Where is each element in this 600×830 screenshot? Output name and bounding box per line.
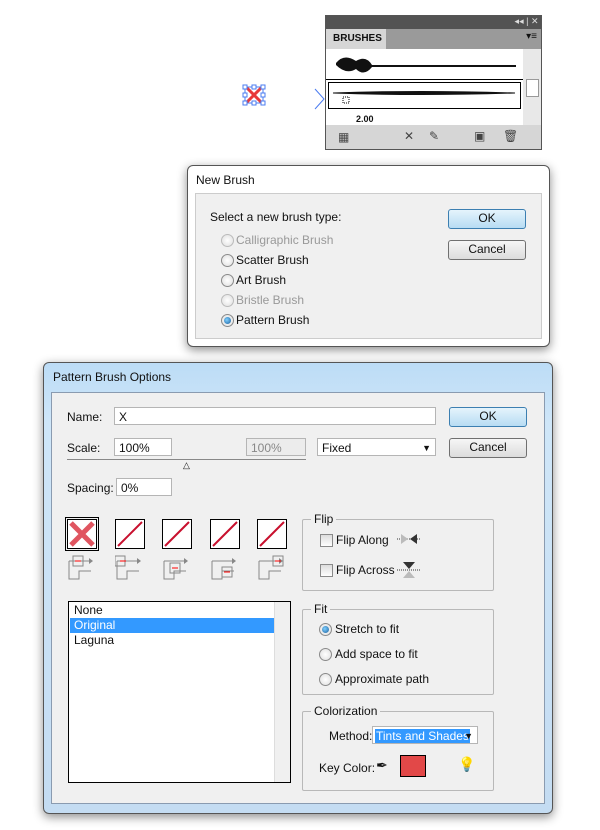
pattern-brush-options-dialog: Pattern Brush Options Name: X OK Scale: … — [43, 362, 553, 814]
radio-brush-type — [221, 234, 234, 247]
flip-across-checkbox[interactable] — [320, 564, 333, 577]
scale-label: Scale: — [67, 441, 101, 455]
inner-corner-tile-diagram-icon — [163, 558, 188, 580]
side-tile-diagram-icon — [68, 555, 93, 580]
radio-brush-type[interactable] — [221, 254, 234, 267]
method-value: Tints and Shades — [375, 729, 470, 743]
delete-brush-icon[interactable]: 🗑 — [503, 129, 518, 143]
outer-corner-tile-diagram-icon — [114, 555, 141, 580]
end-tile[interactable] — [257, 519, 287, 549]
inner-corner-tile[interactable] — [162, 519, 192, 549]
selected-object[interactable] — [242, 84, 266, 106]
radio-brush-type[interactable] — [221, 314, 234, 327]
brush-type-label[interactable]: Art Brush — [236, 273, 286, 287]
dialog-title: Pattern Brush Options — [53, 370, 172, 384]
flip-along-checkbox[interactable] — [320, 534, 333, 547]
fit-option-label[interactable]: Stretch to fit — [335, 622, 399, 636]
chevron-down-icon: ▼ — [422, 443, 431, 453]
remove-stroke-icon[interactable]: ✕ — [404, 129, 414, 143]
radio-brush-type[interactable] — [221, 274, 234, 287]
ok-button[interactable]: OK — [448, 209, 526, 229]
colorization-title: Colorization — [311, 704, 381, 718]
eyedropper-icon[interactable]: ✒ — [376, 757, 388, 774]
brush-libraries-icon[interactable]: ▦ — [338, 130, 349, 144]
brush-type-prompt: Select a new brush type: — [210, 210, 342, 224]
new-brush-dialog: New Brush Select a new brush type: Calli… — [187, 165, 550, 347]
brush-row-partial[interactable]: 2.00 — [356, 114, 374, 124]
brush-options-icon[interactable]: ✎ — [429, 129, 439, 143]
new-brush-icon[interactable]: ▣ — [474, 129, 485, 143]
tab-brushes[interactable]: BRUSHES — [326, 29, 386, 49]
side-tile[interactable] — [65, 517, 99, 551]
fit-group: Fit Stretch to fit Add space to fit Approxi… — [302, 602, 494, 695]
tips-lightbulb-icon[interactable]: 💡 — [458, 756, 475, 773]
ok-button[interactable]: OK — [449, 407, 527, 427]
pattern-list-item[interactable]: Original — [70, 618, 277, 633]
close-icon[interactable]: ✕ — [531, 16, 539, 26]
scale-mode-select[interactable]: Fixed ▼ — [317, 438, 436, 456]
scale-max-input: 100% — [246, 438, 306, 456]
brush-list: 2.00 — [326, 49, 523, 125]
radio-brush-type — [221, 294, 234, 307]
pattern-list[interactable]: None Original Laguna — [68, 601, 291, 783]
brush-row-ornament[interactable] — [326, 51, 523, 80]
fit-radio[interactable] — [319, 648, 332, 661]
flip-across-label[interactable]: Flip Across — [336, 563, 395, 577]
fit-title: Fit — [311, 602, 331, 616]
panel-header: ◂◂ | ✕ — [326, 16, 541, 29]
name-input[interactable]: X — [114, 407, 436, 425]
pattern-list-item[interactable]: Laguna — [70, 633, 277, 648]
panel-scrollbar[interactable] — [523, 49, 541, 125]
brush-type-label: Calligraphic Brush — [236, 233, 334, 247]
flip-across-icon — [397, 562, 421, 578]
start-tile-diagram-icon — [211, 558, 236, 580]
fit-option-label[interactable]: Add space to fit — [335, 647, 418, 661]
colorization-group: Colorization Method: Tints and Shades ▼ K… — [302, 704, 494, 791]
brushes-panel: ◂◂ | ✕ BRUSHES ▾≡ 2.00 ▦ ✕ ✎ ▣ 🗑 — [325, 15, 542, 150]
scale-input[interactable]: 100% — [114, 438, 172, 456]
cancel-button[interactable]: Cancel — [448, 240, 526, 260]
fit-radio[interactable] — [319, 673, 332, 686]
method-label: Method: — [329, 729, 373, 743]
panel-toolbar: ▦ ✕ ✎ ▣ 🗑 — [326, 126, 541, 149]
key-color-label: Key Color: — [319, 761, 376, 775]
cancel-button[interactable]: Cancel — [449, 438, 527, 458]
spacing-label: Spacing: — [67, 481, 114, 495]
method-select[interactable]: Tints and Shades ▼ — [372, 726, 478, 744]
end-tile-diagram-icon — [258, 555, 284, 580]
scale-mode-value: Fixed — [322, 441, 352, 455]
key-color-swatch[interactable] — [400, 755, 426, 777]
fit-radio[interactable] — [319, 623, 332, 636]
pattern-list-item[interactable]: None — [70, 603, 277, 618]
spacing-input[interactable]: 0% — [116, 478, 172, 496]
list-scrollbar[interactable] — [274, 602, 290, 782]
brush-row-selected[interactable] — [328, 82, 521, 109]
name-label: Name: — [67, 410, 103, 424]
brush-type-label[interactable]: Scatter Brush — [236, 253, 309, 267]
scale-slider-thumb[interactable]: △ — [183, 460, 190, 471]
collapse-icon[interactable]: ◂◂ — [515, 16, 524, 26]
flip-group: Flip Flip Along Flip Across — [302, 512, 494, 591]
chevron-down-icon: ▼ — [464, 731, 473, 741]
start-tile[interactable] — [209, 519, 240, 549]
fit-option-label[interactable]: Approximate path — [335, 672, 429, 686]
dialog-title: New Brush — [196, 173, 255, 187]
outer-corner-tile[interactable] — [114, 519, 145, 549]
brush-type-label[interactable]: Pattern Brush — [236, 313, 309, 327]
flip-title: Flip — [311, 512, 337, 526]
brush-type-label: Bristle Brush — [236, 293, 305, 307]
flip-along-label[interactable]: Flip Along — [336, 533, 389, 547]
flip-along-icon — [397, 534, 421, 544]
panel-menu-icon[interactable]: ▾≡ — [526, 31, 537, 42]
